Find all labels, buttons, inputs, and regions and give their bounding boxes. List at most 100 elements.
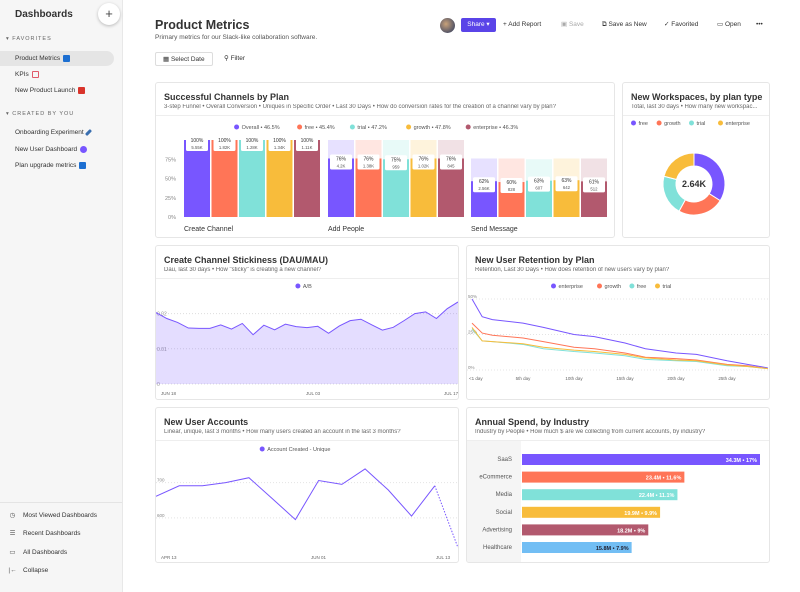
select-date-button[interactable]: ▦ Select Date: [155, 52, 213, 66]
link-label: Collapse: [23, 567, 49, 574]
share-button[interactable]: Share ▾: [461, 18, 496, 32]
more-menu-button[interactable]: •••: [756, 18, 763, 32]
save-icon: ▣: [561, 21, 569, 28]
data-label-count: 1.28K: [246, 145, 257, 150]
data-label-count: 1.11K: [302, 145, 313, 150]
y-tick-label: 50%: [165, 177, 176, 183]
bar-value-label: 19.9M • 9.9%: [624, 511, 657, 517]
donut-slice: [678, 192, 721, 216]
card-stickiness[interactable]: Create Channel Stickiness (DAU/MAU) Dau,…: [155, 245, 459, 400]
y-tick-label: 0%: [168, 215, 176, 221]
all-dashboards-link[interactable]: ▭ All Dashboards: [8, 547, 67, 559]
data-label-percent: 100%: [246, 138, 259, 144]
industry-bar: [522, 454, 760, 465]
donut-total: 2.64K: [682, 179, 707, 189]
category-label: Healthcare: [483, 545, 513, 551]
emoji-icon: [80, 145, 88, 153]
link-label: Most Viewed Dashboards: [23, 512, 97, 519]
sidebar-item-new-product-launch[interactable]: New Product Launch: [0, 83, 114, 98]
legend-marker: [656, 120, 662, 126]
legend-marker: [465, 124, 471, 130]
add-report-button[interactable]: + Add Report: [503, 18, 541, 32]
emoji-icon: [79, 161, 87, 169]
area-chart: A/B00.010.02JUN 18 JUL 03 JUL 17: [156, 283, 458, 396]
sidebar-item-label: New Product Launch: [15, 87, 76, 94]
recent-dashboards-link[interactable]: ☰ Recent Dashboards: [8, 528, 81, 540]
x-tick-label: 20th day: [667, 376, 685, 381]
legend-label: free: [639, 121, 648, 127]
sidebar-item-onboarding-experiment[interactable]: Onboarding Experiment: [0, 125, 114, 140]
card-new-user-accounts[interactable]: New User Accounts Linear, unique, last 3…: [155, 407, 459, 563]
legend-marker: [551, 283, 556, 289]
legend-label: enterprise • 46.3%: [473, 125, 518, 131]
data-label-percent: 76%: [363, 156, 374, 162]
sidebar-item-product-metrics[interactable]: Product Metrics: [0, 51, 114, 66]
sidebar-item-kpis[interactable]: KPIs: [0, 67, 114, 82]
data-label-percent: 63%: [534, 179, 545, 185]
legend-label: enterprise: [726, 121, 750, 127]
y-tick-label: 50%: [468, 294, 477, 299]
save-as-new-button[interactable]: ⧉ Save as New: [602, 18, 647, 32]
page-description: Primary metrics for our Slack-like colla…: [155, 34, 318, 41]
collapse-button[interactable]: |← Collapse: [8, 565, 48, 577]
x-tick-label: 10th day: [565, 376, 583, 381]
add-dashboard-button[interactable]: +: [98, 3, 120, 25]
accounts-line-chart: Account Created - Unique 600 700 APR 13 JUN …: [156, 446, 458, 560]
funnel-bar: [239, 140, 265, 217]
funnel-bar: [184, 140, 210, 217]
data-label-percent: 76%: [418, 156, 429, 162]
data-label-percent: 100%: [273, 138, 286, 144]
open-button[interactable]: ▭ Open: [717, 18, 741, 32]
card-successful-channels[interactable]: Successful Channels by Plan 3-step Funne…: [155, 82, 615, 238]
save-button[interactable]: ▣ Save: [561, 18, 584, 32]
legend-marker: [406, 124, 412, 130]
most-viewed-dashboards-link[interactable]: ◷ Most Viewed Dashboards: [8, 510, 97, 522]
data-label-percent: 76%: [446, 156, 457, 162]
button-label: Save: [568, 21, 584, 28]
category-label: SaaS: [497, 457, 512, 463]
bar-value-label: 23.4M • 11.6%: [646, 476, 682, 482]
data-label-count: 642: [563, 185, 571, 190]
category-label: eCommerce: [479, 475, 512, 481]
legend-label: Overall • 46.5%: [242, 125, 280, 131]
button-label: Save as New: [608, 21, 647, 28]
x-tick-label: 15th day: [616, 376, 634, 381]
legend-marker: [631, 120, 636, 126]
sidebar-title: Dashboards: [15, 9, 73, 20]
category-label: Social: [496, 510, 512, 516]
legend-label: A/B: [303, 284, 312, 290]
x-category-label: Add People: [328, 226, 364, 233]
donut-slice: [663, 152, 695, 181]
retention-line-chart: enterprise growth free trial0%25%50%<1 day 5…: [467, 283, 769, 381]
donut-chart: free growth trial enterprise 2.64K: [631, 120, 750, 216]
funnel-chart: Overall • 46.5% free • 45.4% trial • 47.2%…: [165, 124, 607, 233]
data-label-percent: 100%: [191, 138, 204, 144]
favorites-label: FAVORITES: [12, 36, 52, 42]
button-label: Add Report: [508, 21, 542, 28]
sidebar-item-plan-upgrade-metrics[interactable]: Plan upgrade metrics: [0, 158, 114, 173]
area-fill: [156, 301, 458, 384]
x-tick-label: 25th day: [718, 376, 736, 381]
data-label-count: 5.55K: [191, 145, 202, 150]
sidebar-item-new-user-dashboard[interactable]: New User Dashboard: [0, 142, 114, 157]
bar-value-label: 34.3M • 17%: [726, 458, 757, 464]
y-tick-label: 25%: [165, 196, 176, 202]
card-retention[interactable]: New User Retention by Plan Retention, La…: [466, 245, 770, 400]
data-label-count: 1.82K: [219, 145, 230, 150]
legend-marker: [689, 120, 694, 126]
calendar-icon: ▦: [163, 56, 171, 63]
card-new-workspaces[interactable]: New Workspaces, by plan type Total, last…: [622, 82, 770, 238]
card-annual-spend[interactable]: Annual Spend, by Industry Industry by Pe…: [466, 407, 770, 563]
clock-icon: ◷: [9, 512, 16, 519]
filter-button[interactable]: ⚲ Filter: [224, 52, 245, 66]
series-line-growth: [471, 322, 768, 370]
filter-icon: ⚲: [224, 55, 231, 62]
data-label-percent: 61%: [589, 179, 600, 185]
horizontal-bar-chart: SaaS 34.3M • 17% eCommerce 23.4M • 11.6% Med…: [467, 441, 760, 562]
avatar[interactable]: [440, 18, 455, 33]
legend-marker: [297, 124, 303, 130]
favorited-button[interactable]: ✓ Favorited: [664, 18, 698, 32]
x-category-label: Create Channel: [184, 226, 233, 233]
sidebar-item-label: Product Metrics: [15, 55, 61, 62]
data-label-count: 512: [590, 186, 598, 191]
